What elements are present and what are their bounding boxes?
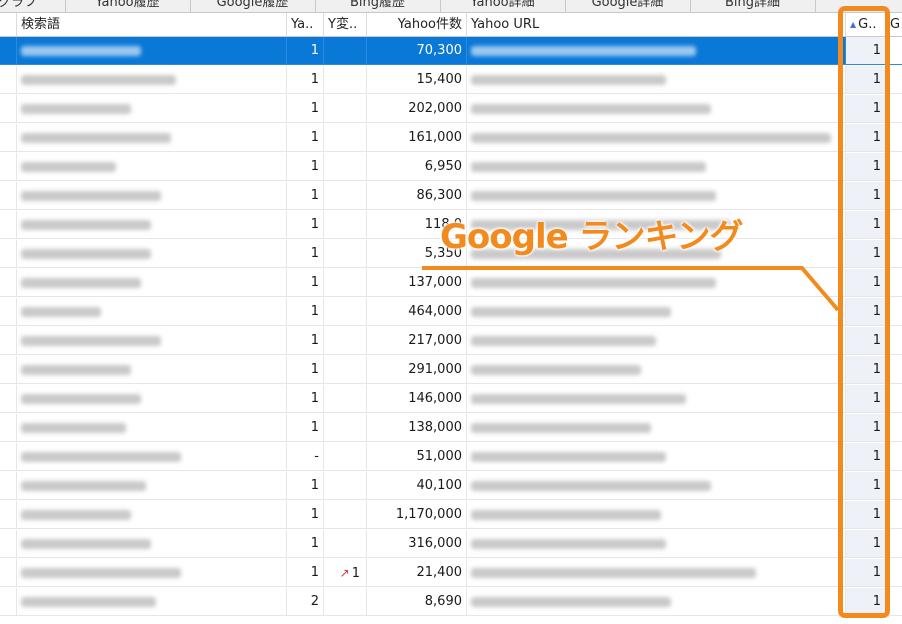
- google-ranking-callout: Google ランキング: [440, 217, 743, 257]
- callout-pointer-line: [422, 266, 840, 312]
- google-rank-column-highlight: [838, 6, 890, 618]
